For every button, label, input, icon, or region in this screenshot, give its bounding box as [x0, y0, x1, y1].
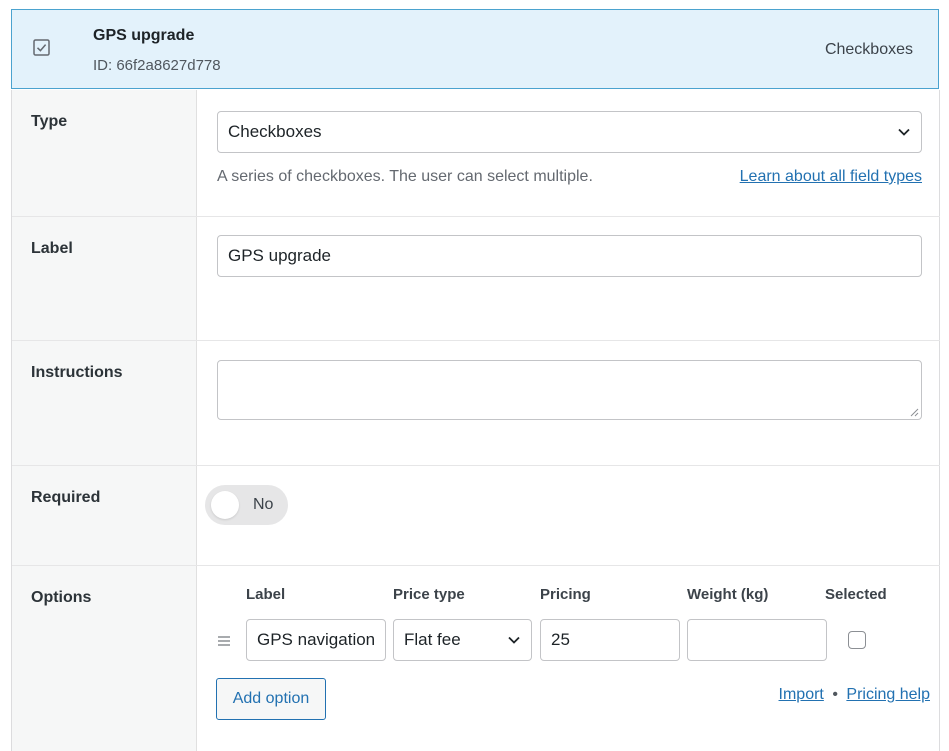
- chevron-down-icon: [508, 636, 520, 644]
- instructions-setting-row: Instructions: [12, 341, 940, 466]
- label-setting-label: Label: [12, 217, 197, 340]
- option-weight-input[interactable]: [687, 619, 827, 661]
- import-link[interactable]: Import: [779, 686, 824, 703]
- toggle-knob: [211, 491, 239, 519]
- required-setting-row: Required: [12, 466, 940, 566]
- type-select-value: Checkboxes: [228, 122, 322, 141]
- label-input[interactable]: GPS upgrade: [217, 235, 922, 277]
- checkbox-icon: [33, 39, 50, 56]
- required-setting-label: Required: [12, 466, 197, 565]
- options-col-label: Label: [246, 586, 286, 603]
- learn-field-types-link[interactable]: Learn about all field types: [740, 168, 922, 186]
- label-setting-row: Label GPS upgrade: [12, 217, 940, 341]
- option-pricing-input[interactable]: 25: [540, 619, 680, 661]
- instructions-setting-label: Instructions: [12, 341, 197, 465]
- options-links: Import • Pricing help: [779, 686, 930, 704]
- type-setting-row: Type Checkboxes A series of checkboxes. …: [12, 90, 940, 217]
- field-id: ID: 66f2a8627d778: [93, 57, 221, 74]
- pricing-help-link[interactable]: Pricing help: [846, 686, 930, 703]
- drag-handle-icon[interactable]: [218, 636, 230, 646]
- type-description: A series of checkboxes. The user can sel…: [217, 168, 593, 185]
- options-col-price-type: Price type: [393, 586, 465, 603]
- option-pricing-value: 25: [551, 630, 570, 649]
- options-col-pricing: Pricing: [540, 586, 591, 603]
- option-price-type-select[interactable]: Flat fee: [393, 619, 532, 661]
- resize-handle-icon[interactable]: [910, 408, 919, 417]
- field-header[interactable]: GPS upgrade ID: 66f2a8627d778 Checkboxes: [11, 9, 939, 89]
- required-toggle[interactable]: No: [205, 485, 288, 525]
- label-input-value: GPS upgrade: [228, 246, 332, 265]
- option-price-type-value: Flat fee: [404, 630, 461, 649]
- option-selected-checkbox[interactable]: [848, 631, 866, 649]
- field-type-label: Checkboxes: [824, 41, 913, 58]
- type-setting-label: Type: [12, 90, 197, 216]
- options-col-selected: Selected: [825, 586, 887, 603]
- required-toggle-text: No: [253, 496, 274, 513]
- link-separator: •: [832, 686, 838, 703]
- options-col-weight: Weight (kg): [687, 586, 769, 603]
- add-option-button[interactable]: Add option: [216, 678, 326, 720]
- instructions-textarea[interactable]: [217, 360, 922, 420]
- option-label-value: GPS navigation: [257, 630, 376, 649]
- type-select[interactable]: Checkboxes: [217, 111, 922, 153]
- options-setting-label: Options: [12, 566, 197, 751]
- field-title: GPS upgrade: [93, 27, 195, 44]
- option-label-input[interactable]: GPS navigation: [246, 619, 386, 661]
- chevron-down-icon: [898, 128, 910, 136]
